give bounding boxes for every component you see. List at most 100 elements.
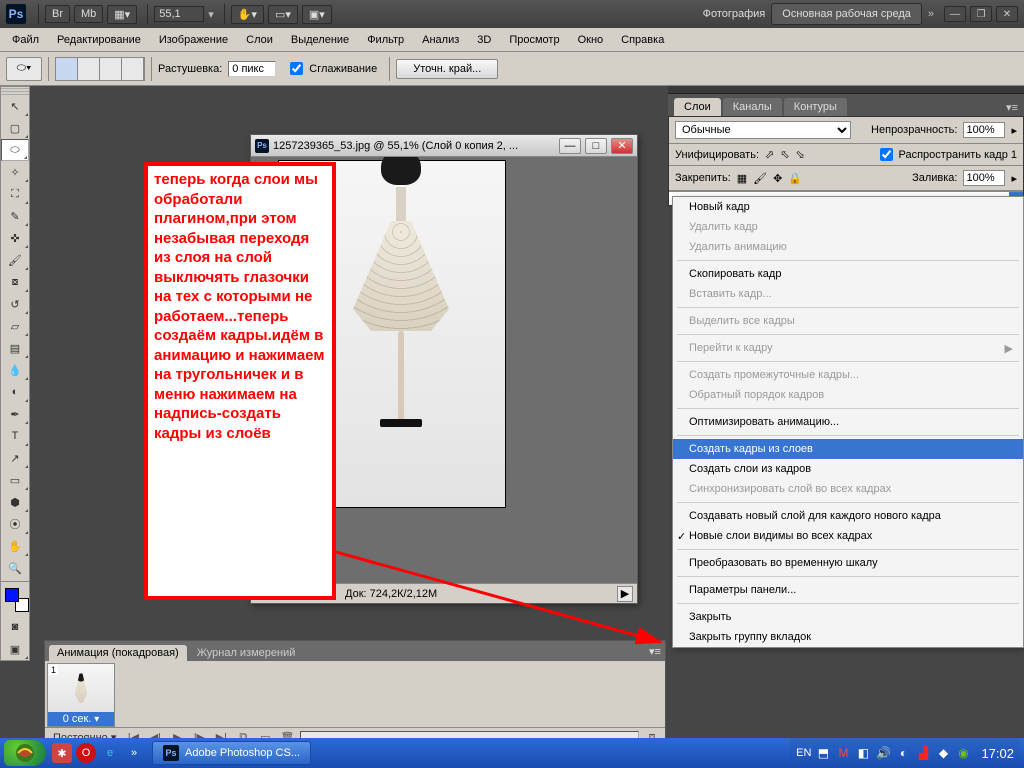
marquee-tool[interactable]: ▢ (1, 117, 29, 139)
gradient-tool[interactable]: ▤ (1, 337, 29, 359)
menu-item[interactable]: Закрыть группу вкладок (673, 627, 1023, 647)
menu-item[interactable]: Закрыть (673, 607, 1023, 627)
fill-flyout-icon[interactable]: ▸ (1011, 172, 1017, 185)
tab-measurements[interactable]: Журнал измерений (189, 645, 304, 661)
tab-animation[interactable]: Анимация (покадровая) (49, 645, 187, 661)
arrange-button[interactable]: ▭▾ (268, 5, 298, 24)
lock-brush-icon[interactable]: 🖌 (753, 172, 767, 185)
refine-edge-button[interactable]: Уточн. край... (396, 59, 498, 79)
unify-position-icon[interactable]: ⬀ (765, 148, 774, 161)
pen-tool[interactable]: ✒ (1, 403, 29, 425)
photography-label[interactable]: Фотография (703, 8, 766, 20)
window-restore-button[interactable]: ❐ (970, 6, 992, 22)
workspace-button[interactable]: Основная рабочая среда (771, 3, 922, 25)
minibridge-button[interactable]: Mb (74, 5, 103, 23)
hand-tool[interactable]: ✋ (1, 535, 29, 557)
doc-close-button[interactable]: ✕ (611, 138, 633, 154)
menu-select[interactable]: Выделение (283, 31, 357, 49)
antialias-checkbox[interactable] (290, 62, 303, 75)
frame-delay[interactable]: 0 сек. ▾ (48, 712, 114, 726)
selection-intersect[interactable] (122, 58, 144, 80)
tool-preset-picker[interactable]: ⬭▾ (6, 57, 42, 81)
tray-avira-icon[interactable]: ▟ (915, 745, 931, 761)
bridge-button[interactable]: Br (45, 5, 70, 23)
unify-visibility-icon[interactable]: ⬁ (780, 148, 789, 161)
color-swatches[interactable] (5, 588, 29, 612)
animation-frame-1[interactable]: 1 0 сек. ▾ (47, 663, 115, 727)
tab-paths[interactable]: Контуры (784, 98, 847, 116)
doc-maximize-button[interactable]: □ (585, 138, 607, 154)
menu-image[interactable]: Изображение (151, 31, 236, 49)
tray-icon-3[interactable]: ◧ (855, 745, 871, 761)
clock[interactable]: 17:02 (981, 746, 1014, 761)
3d-camera-tool[interactable]: ⦿ (1, 513, 29, 535)
hand-button[interactable]: ✋▾ (231, 5, 264, 24)
healing-tool[interactable]: ✜ (1, 227, 29, 249)
tray-icon-2[interactable]: M (835, 745, 851, 761)
history-brush-tool[interactable]: ↺ (1, 293, 29, 315)
tab-layers[interactable]: Слои (674, 98, 721, 116)
eraser-tool[interactable]: ▱ (1, 315, 29, 337)
doc-scroll-right[interactable]: ▶ (617, 586, 633, 602)
ql-desktop[interactable]: » (124, 743, 144, 763)
blend-mode-select[interactable]: Обычные (675, 121, 851, 139)
menu-item[interactable]: Преобразовать во временную шкалу (673, 553, 1023, 573)
propagate-checkbox[interactable] (880, 148, 893, 161)
menu-analysis[interactable]: Анализ (414, 31, 467, 49)
menu-item[interactable]: Создать слои из кадров (673, 459, 1023, 479)
fill-input[interactable] (963, 170, 1005, 186)
tray-icon-4[interactable]: ◐ (895, 745, 911, 761)
eyedropper-tool[interactable]: ✎ (1, 205, 29, 227)
shape-tool[interactable]: ▭ (1, 469, 29, 491)
screenmode-button[interactable]: ▣ (1, 638, 29, 660)
move-tool[interactable]: ↖ (1, 95, 29, 117)
zoom-field[interactable]: 55,1 (154, 6, 204, 22)
panel-options-icon[interactable]: ▾≡ (1000, 99, 1024, 116)
screen-mode-button[interactable]: ▣▾ (302, 5, 332, 24)
zoom-tool[interactable]: 🔍 (1, 557, 29, 579)
menu-help[interactable]: Справка (613, 31, 672, 49)
wand-tool[interactable]: ✧ (1, 161, 29, 183)
quickmask-button[interactable]: ◙ (1, 616, 29, 638)
selection-new[interactable] (56, 58, 78, 80)
tray-volume-icon[interactable]: 🔊 (875, 745, 891, 761)
menu-edit[interactable]: Редактирование (49, 31, 149, 49)
menu-item[interactable]: Новый кадр (673, 197, 1023, 217)
ql-ie[interactable]: e (100, 743, 120, 763)
lang-indicator[interactable]: EN (796, 747, 811, 759)
menu-item[interactable]: Создавать новый слой для каждого нового … (673, 506, 1023, 526)
path-tool[interactable]: ↗ (1, 447, 29, 469)
menu-item[interactable]: Создать кадры из слоев (673, 439, 1023, 459)
menu-file[interactable]: Файл (4, 31, 47, 49)
menu-layers[interactable]: Слои (238, 31, 281, 49)
tools-grip[interactable] (1, 87, 29, 95)
menu-window[interactable]: Окно (570, 31, 612, 49)
tray-icon-5[interactable]: ◆ (935, 745, 951, 761)
crop-tool[interactable]: ⛶ (1, 183, 29, 205)
menu-filter[interactable]: Фильтр (359, 31, 412, 49)
lock-pixels-icon[interactable]: ▦ (737, 172, 747, 185)
menu-item[interactable]: Параметры панели... (673, 580, 1023, 600)
dodge-tool[interactable]: ◐ (1, 381, 29, 403)
tab-channels[interactable]: Каналы (723, 98, 782, 116)
menu-view[interactable]: Просмотр (501, 31, 567, 49)
menu-3d[interactable]: 3D (469, 31, 499, 49)
start-button[interactable] (4, 740, 46, 766)
opacity-flyout-icon[interactable]: ▸ (1011, 124, 1017, 137)
lock-all-icon[interactable]: 🔒 (788, 172, 802, 185)
document-titlebar[interactable]: Ps 1257239365_53.jpg @ 55,1% (Слой 0 коп… (251, 135, 637, 157)
selection-add[interactable] (78, 58, 100, 80)
blur-tool[interactable]: 💧 (1, 359, 29, 381)
brush-tool[interactable]: 🖌 (1, 249, 29, 271)
stamp-tool[interactable]: ⧇ (1, 271, 29, 293)
opacity-input[interactable] (963, 122, 1005, 138)
lasso-tool[interactable]: ⬭ (1, 139, 29, 161)
menu-item[interactable]: Оптимизировать анимацию... (673, 412, 1023, 432)
workspace-more-icon[interactable]: » (928, 8, 934, 20)
selection-subtract[interactable] (100, 58, 122, 80)
ql-app1[interactable]: ✱ (52, 743, 72, 763)
animation-panel-options-icon[interactable]: ▾≡ (647, 643, 663, 659)
tray-nvidia-icon[interactable]: ◉ (955, 745, 971, 761)
tray-icon-1[interactable]: ⬒ (815, 745, 831, 761)
3d-tool[interactable]: ⬢ (1, 491, 29, 513)
